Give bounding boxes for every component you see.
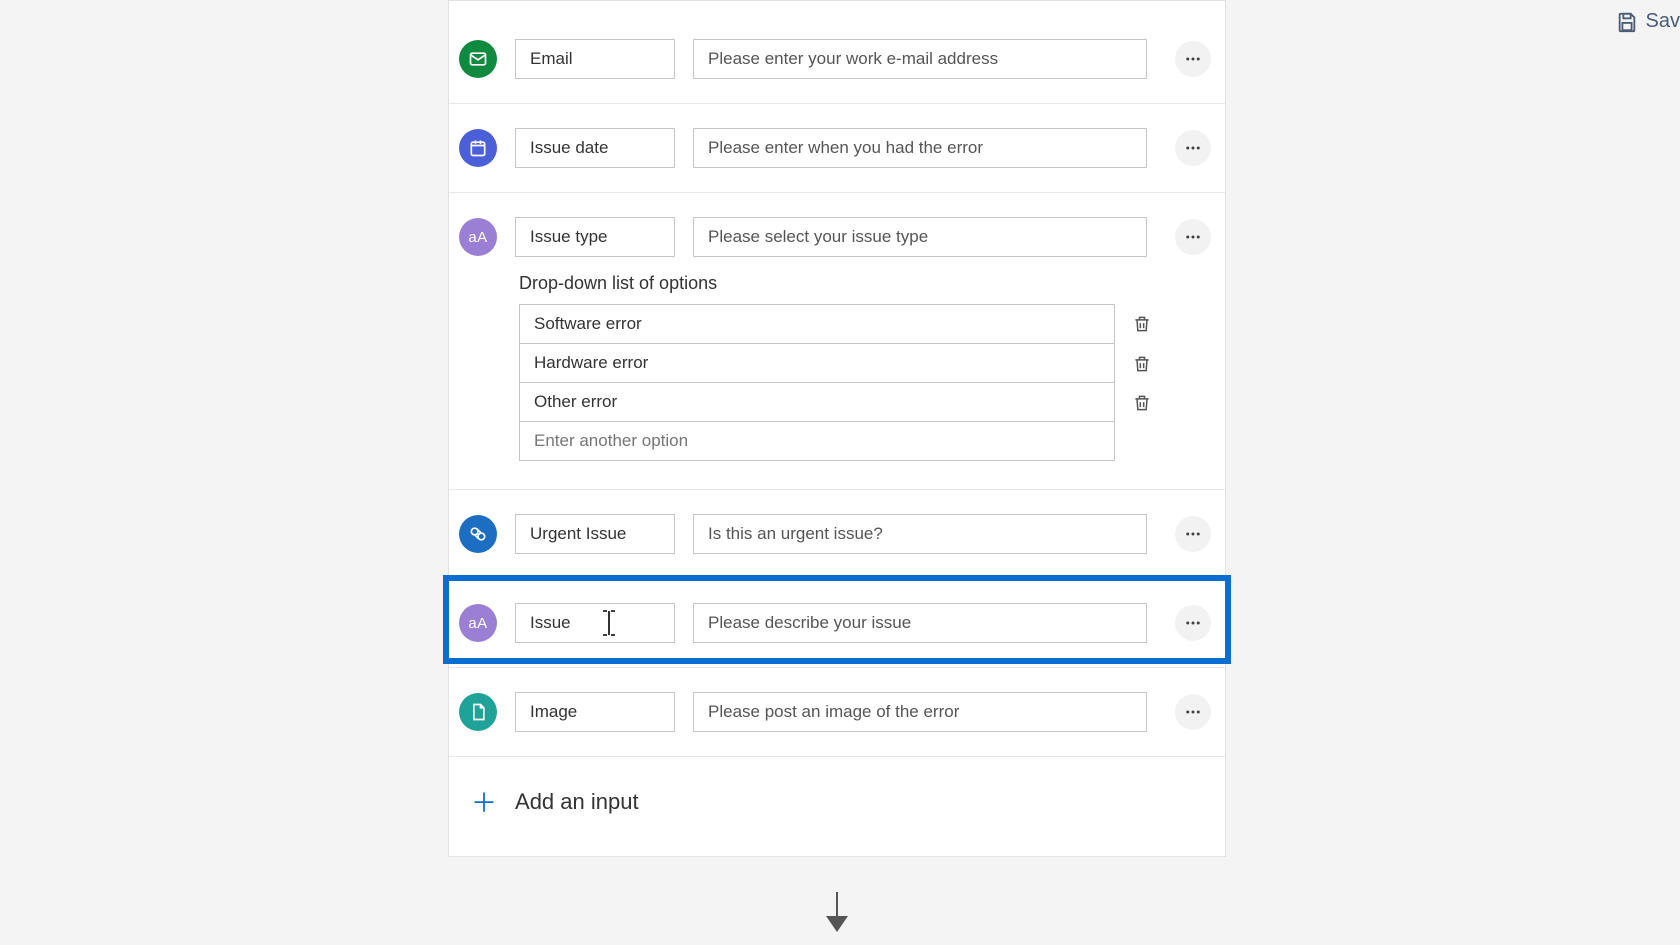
save-label: Sav (1646, 10, 1680, 33)
row-more-button[interactable] (1175, 516, 1211, 552)
text-aa-icon: aA (459, 218, 497, 256)
input-row-image (449, 668, 1225, 757)
field-name-input[interactable] (515, 39, 675, 79)
dropdown-option-input[interactable] (519, 343, 1115, 383)
add-input-button[interactable]: ＋ Add an input (449, 757, 1225, 820)
dropdown-option-row (519, 422, 1155, 461)
save-icon (1616, 11, 1638, 33)
row-more-button[interactable] (1175, 605, 1211, 641)
input-row-issue: aA (449, 579, 1225, 668)
row-more-button[interactable] (1175, 41, 1211, 77)
input-row-email (449, 1, 1225, 104)
dropdown-options-label: Drop-down list of options (519, 273, 1155, 294)
field-name-input[interactable] (515, 692, 675, 732)
toggle-icon (459, 515, 497, 553)
dropdown-option-row (519, 383, 1155, 422)
input-row-issue-type: aA (449, 193, 1225, 273)
field-name-input[interactable] (515, 217, 675, 257)
save-button[interactable]: Sav (1616, 10, 1680, 33)
input-row-urgent (449, 490, 1225, 579)
inputs-card: aA Drop-down list of options (448, 0, 1226, 857)
dropdown-option-row (519, 304, 1155, 344)
row-more-button[interactable] (1175, 219, 1211, 255)
field-desc-input[interactable] (693, 39, 1147, 79)
row-more-button[interactable] (1175, 130, 1211, 166)
delete-option-button[interactable] (1129, 311, 1155, 337)
calendar-icon (459, 129, 497, 167)
email-icon (459, 40, 497, 78)
file-icon (459, 693, 497, 731)
spacer (1129, 429, 1155, 455)
field-name-input[interactable] (515, 514, 675, 554)
field-desc-input[interactable] (693, 217, 1147, 257)
add-input-label: Add an input (515, 789, 639, 815)
text-aa-icon: aA (459, 604, 497, 642)
dropdown-option-row (519, 344, 1155, 383)
dropdown-options-block: Drop-down list of options (449, 273, 1225, 490)
dropdown-add-option-input[interactable] (519, 421, 1115, 461)
field-desc-input[interactable] (693, 128, 1147, 168)
row-more-button[interactable] (1175, 694, 1211, 730)
field-desc-input[interactable] (693, 514, 1147, 554)
input-row-issue-date (449, 104, 1225, 193)
dropdown-option-input[interactable] (519, 304, 1115, 344)
delete-option-button[interactable] (1129, 351, 1155, 377)
field-name-input[interactable] (515, 603, 675, 643)
field-desc-input[interactable] (693, 603, 1147, 643)
delete-option-button[interactable] (1129, 390, 1155, 416)
dropdown-option-input[interactable] (519, 382, 1115, 422)
plus-icon: ＋ (471, 783, 497, 820)
field-name-input[interactable] (515, 128, 675, 168)
field-desc-input[interactable] (693, 692, 1147, 732)
